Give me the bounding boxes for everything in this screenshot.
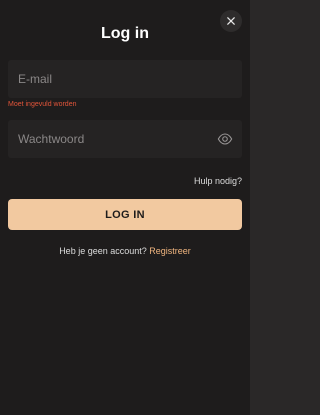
eye-icon[interactable] [217,131,233,147]
login-modal: Log in Moet ingevuld worden Hulp nodig? … [0,0,250,415]
page-title: Log in [101,25,149,42]
login-button[interactable]: LOG IN [8,199,242,230]
password-input[interactable] [8,120,242,158]
register-link[interactable]: Registreer [149,246,191,256]
help-link[interactable]: Hulp nodig? [194,176,242,187]
register-prompt-text: Heb je geen account? [59,246,147,256]
password-field[interactable] [8,120,242,158]
register-prompt: Heb je geen account? Registreer [0,246,250,257]
email-error-message: Moet ingevuld worden [8,101,77,108]
email-field[interactable] [8,60,242,98]
email-input[interactable] [8,60,242,98]
